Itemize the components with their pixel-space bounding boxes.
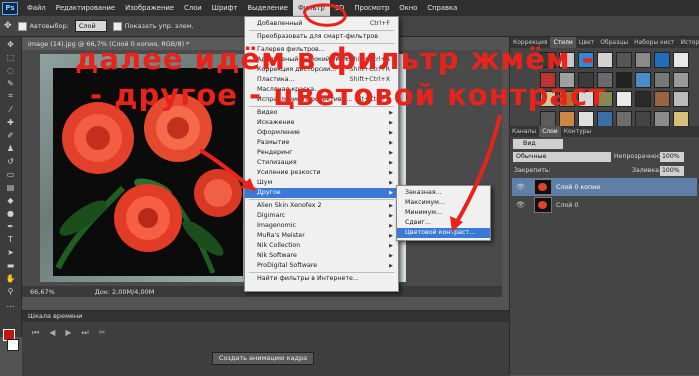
annotation-arrow-2 bbox=[453, 114, 502, 227]
annotation-arrows bbox=[198, 3, 502, 232]
annotation-circle bbox=[303, 3, 347, 27]
